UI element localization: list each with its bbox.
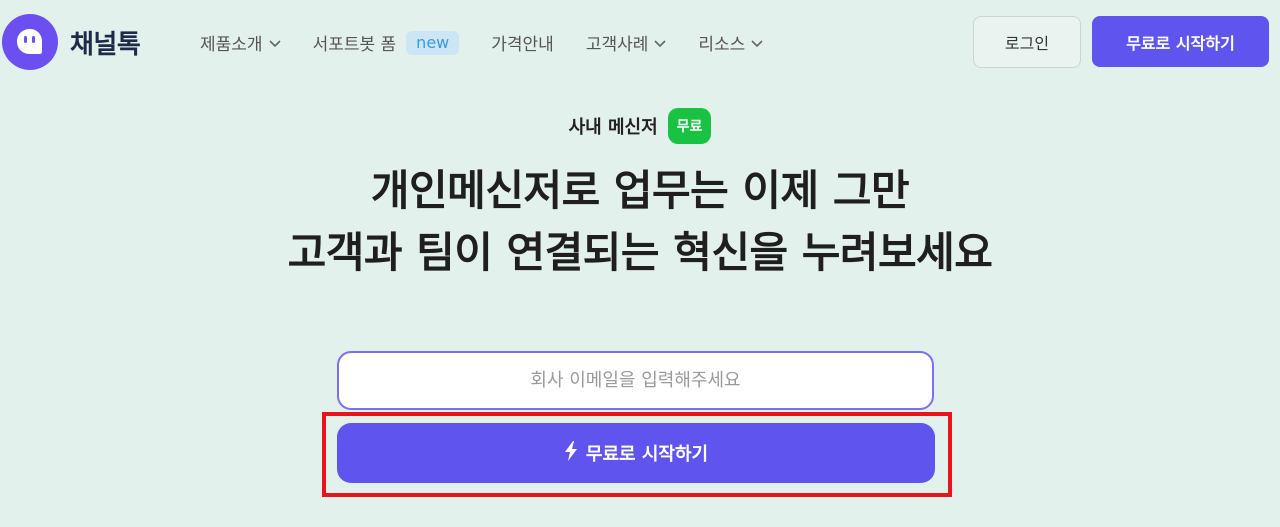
nav-item-customers[interactable]: 고객사례 — [586, 30, 667, 55]
lightning-icon — [564, 440, 578, 466]
free-badge: 무료 — [667, 108, 712, 144]
hero-eyebrow: 사내 메신저 무료 — [0, 108, 1280, 144]
nav-item-label: 가격안내 — [491, 35, 554, 55]
chat-bubble-icon — [2, 14, 58, 70]
brand-logo[interactable]: 채널톡 — [2, 14, 141, 70]
email-input[interactable] — [337, 351, 934, 410]
nav-item-label: 서포트봇 폼 — [312, 35, 397, 55]
main-nav: 제품소개 서포트봇 폼 new 가격안내 고객사례 리소스 — [200, 30, 795, 55]
chevron-down-icon — [751, 33, 763, 53]
nav-item-resources[interactable]: 리소스 — [698, 30, 763, 55]
nav-item-products[interactable]: 제품소개 — [200, 30, 281, 55]
headline-line-1: 개인메신저로 업무는 이제 그만 — [370, 166, 910, 215]
login-button[interactable]: 로그인 — [973, 16, 1081, 68]
start-free-button-label: 무료로 시작하기 — [585, 444, 709, 465]
chevron-down-icon — [654, 33, 666, 53]
start-free-button-header[interactable]: 무료로 시작하기 — [1092, 16, 1269, 67]
start-free-button[interactable]: 무료로 시작하기 — [337, 423, 935, 483]
header: 채널톡 제품소개 서포트봇 폼 new 가격안내 고객사례 리소스 로그인 무료… — [0, 0, 1280, 84]
chevron-down-icon — [268, 33, 281, 53]
new-badge: new — [406, 30, 460, 55]
nav-item-supportbot-form[interactable]: 서포트봇 폼 new — [313, 30, 460, 55]
page: 채널톡 제품소개 서포트봇 폼 new 가격안내 고객사례 리소스 로그인 무료… — [0, 0, 1280, 527]
nav-item-label: 고객사례 — [585, 35, 649, 55]
hero-headline: 개인메신저로 업무는 이제 그만 고객과 팀이 연결되는 혁신을 누려보세요 — [0, 160, 1280, 284]
headline-line-2: 고객과 팀이 연결되는 혁신을 누려보세요 — [287, 228, 993, 277]
brand-name: 채널톡 — [70, 29, 141, 60]
eyebrow-text: 사내 메신저 — [568, 117, 658, 138]
nav-item-label: 제품소개 — [200, 35, 263, 55]
nav-item-pricing[interactable]: 가격안내 — [491, 30, 554, 55]
nav-item-label: 리소스 — [698, 35, 746, 55]
